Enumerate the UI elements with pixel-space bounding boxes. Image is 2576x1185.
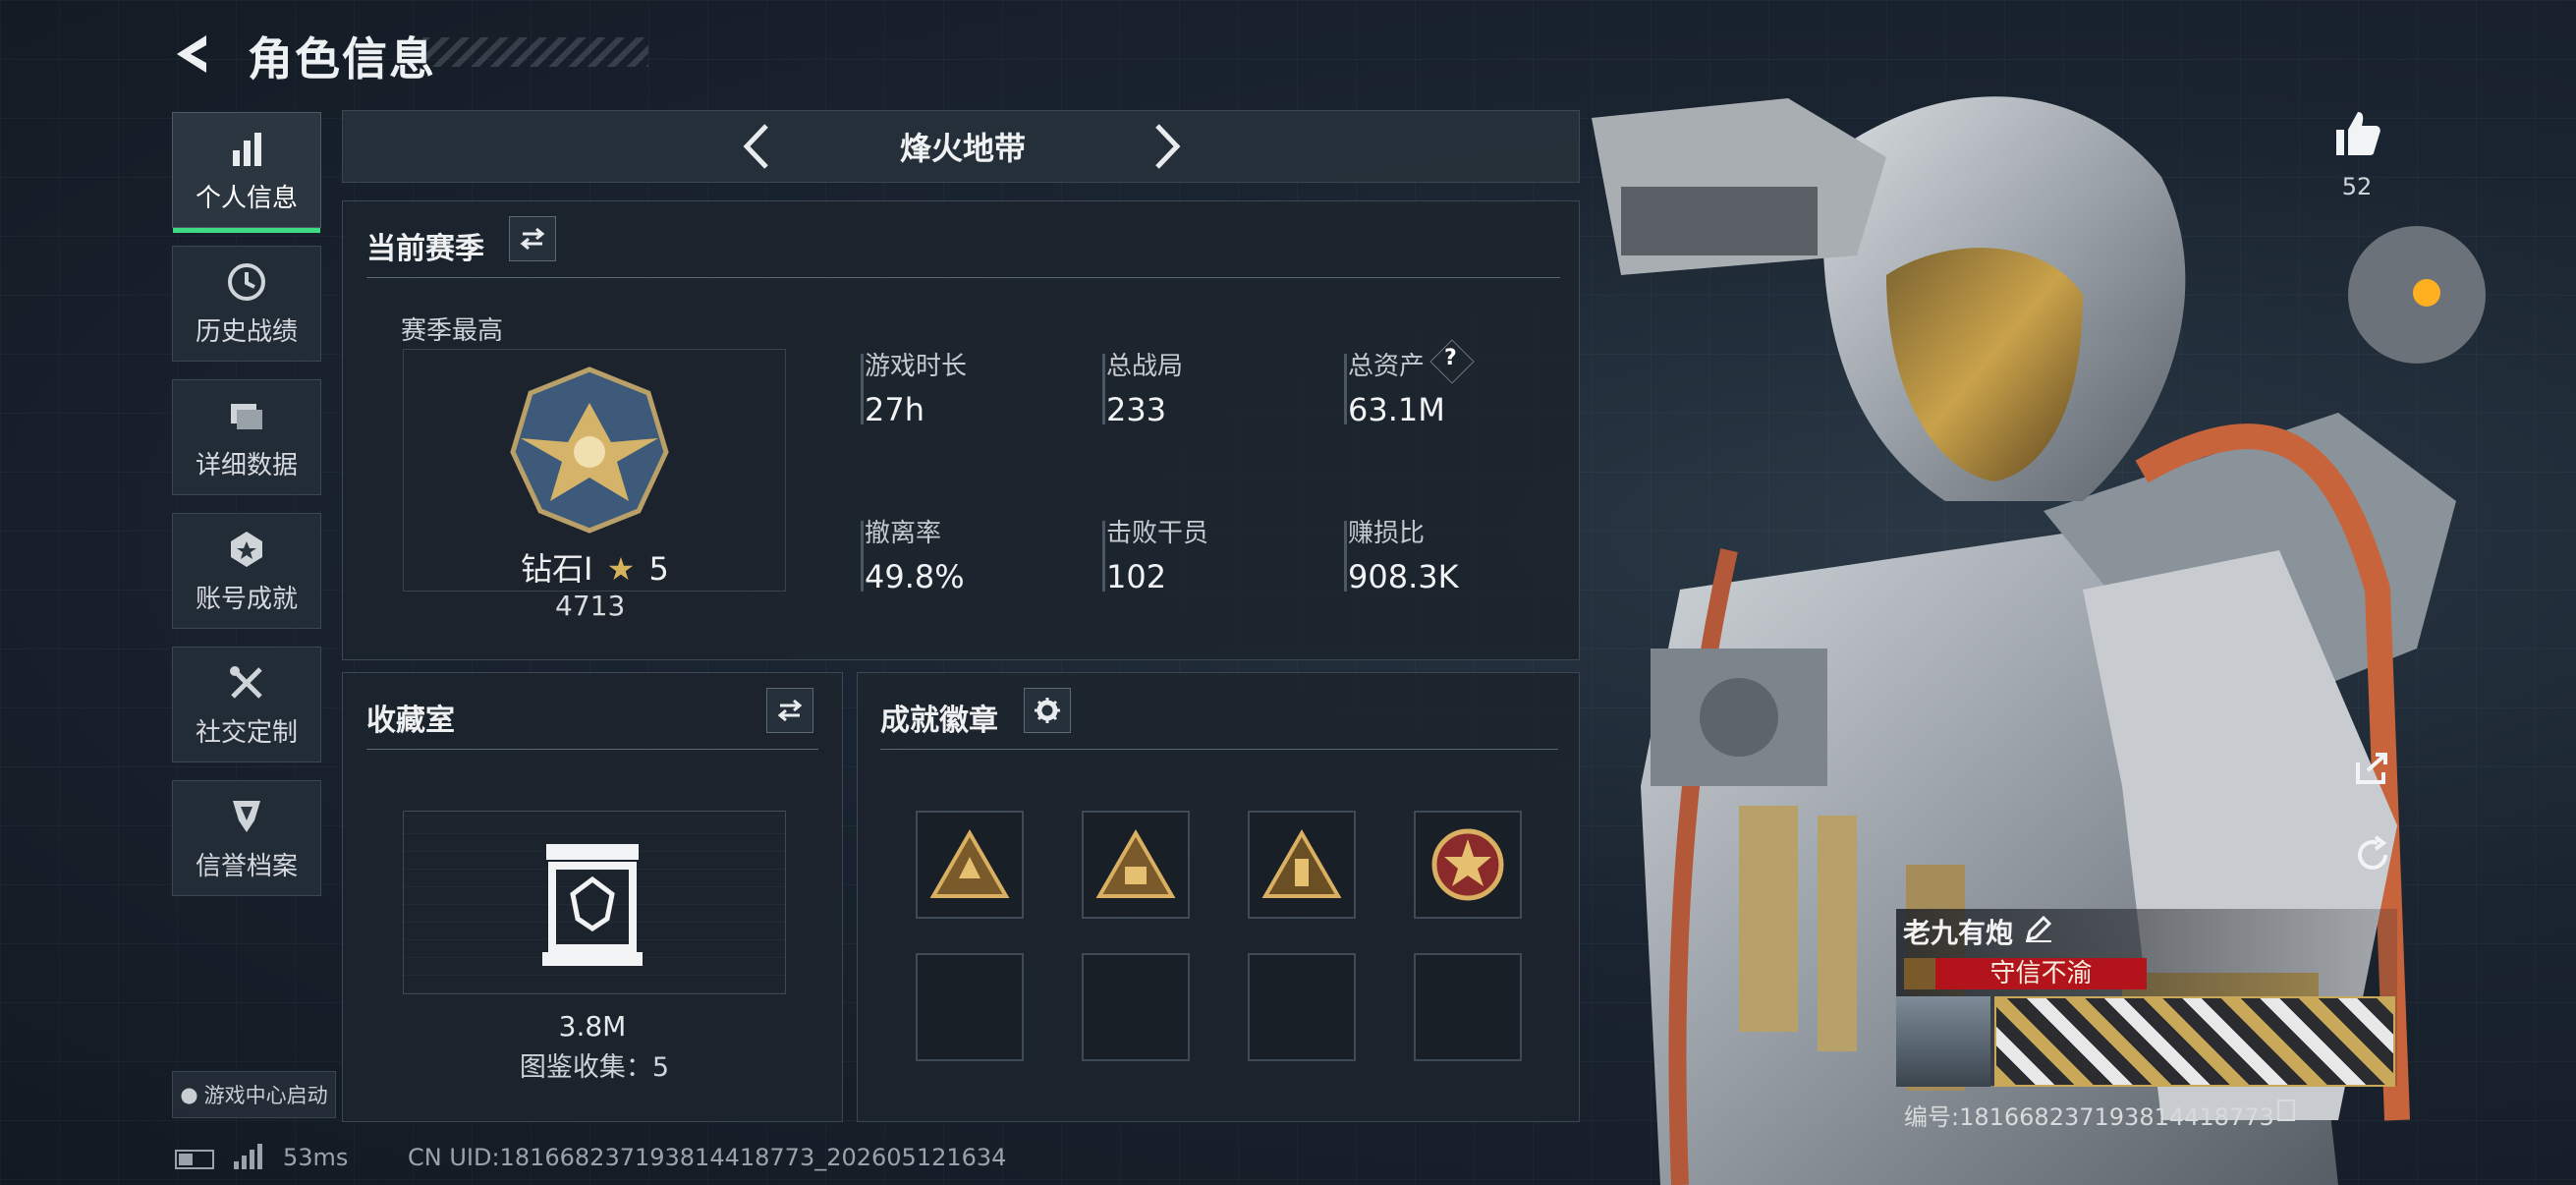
help-icon-glyph: ?	[1444, 346, 1457, 370]
player-id-number: 编号:1816682371938144187​73	[1904, 1103, 2274, 1131]
season-title: 当前赛季	[366, 232, 484, 266]
ping-value: 53ms	[283, 1144, 349, 1171]
share-icon[interactable]	[2352, 747, 2393, 788]
star-icon: ★	[606, 550, 636, 588]
sidebar-item-label: 信誉档案	[195, 851, 298, 881]
credit-scale-icon	[1904, 958, 1935, 989]
bar-chart-icon	[233, 132, 261, 166]
stat-divider	[861, 521, 864, 592]
page-title: 角色信息	[248, 32, 436, 85]
collection-title: 收藏室	[366, 704, 455, 738]
badge-slot-empty[interactable]	[1248, 953, 1356, 1061]
next-mode-chevron-icon[interactable]	[1148, 120, 1187, 173]
achievements-title: 成就徽章	[880, 704, 998, 738]
sidebar-item-detailed-data[interactable]: 详细数据	[172, 379, 321, 495]
collection-switch-button[interactable]	[766, 688, 813, 733]
credit-motto-badge: 守信不渝	[1935, 958, 2147, 989]
switch-season-button[interactable]	[509, 216, 556, 261]
sidebar-item-label: 账号成就	[195, 584, 298, 614]
stat-label-playtime: 游戏时长	[865, 352, 968, 381]
rank-name: 钻石Ⅰ	[521, 550, 593, 588]
sidebar-item-label: 个人信息	[195, 183, 298, 213]
stat-value-extract-rate: 49.8%	[865, 558, 965, 595]
sidebar-item-label: 历史战绩	[195, 316, 298, 347]
signal-icon	[234, 1144, 262, 1169]
swap-icon	[777, 699, 803, 722]
rank-score: 4713	[555, 590, 626, 622]
launcher-label: 游戏中心启动	[203, 1084, 328, 1107]
achievements-divider	[880, 749, 1558, 750]
stat-value-kills: 102	[1106, 558, 1167, 595]
previous-mode-chevron-icon[interactable]	[737, 120, 776, 173]
rotate-icon[interactable]	[2352, 835, 2393, 876]
game-center-launch-button[interactable]: ● 游戏中心启动	[172, 1071, 336, 1118]
collection-divider	[366, 749, 818, 750]
stat-label-kills: 击败干员	[1106, 519, 1209, 548]
achievements-settings-button[interactable]	[1024, 688, 1071, 733]
player-avatar[interactable]	[1896, 996, 1990, 1087]
badge-slot-empty[interactable]	[916, 953, 1024, 1061]
sidebar-item-history[interactable]: 历史战绩	[172, 246, 321, 362]
footer-uid: CN UID:181668237193814418773_20260512163…	[408, 1144, 1007, 1171]
gear-icon	[1035, 698, 1060, 723]
display-case-icon	[542, 844, 643, 966]
swap-icon	[520, 227, 545, 251]
title-decoration	[422, 37, 648, 67]
battery-icon	[175, 1150, 214, 1169]
stat-value-assets: 63.1M	[1348, 391, 1445, 428]
launcher-icon: ●	[180, 1083, 198, 1106]
copy-icon[interactable]	[2277, 1100, 2295, 1121]
diamond-rank-emblem-icon	[510, 367, 669, 534]
sidebar-item-social-custom[interactable]: 社交定制	[172, 647, 321, 762]
sidebar-item-personal-info[interactable]: 个人信息	[172, 112, 321, 233]
badge-slot-empty[interactable]	[1082, 953, 1190, 1061]
season-divider	[366, 277, 1560, 278]
tools-icon	[230, 665, 262, 699]
stat-divider	[1102, 354, 1105, 424]
thumbs-up-icon[interactable]	[2330, 106, 2383, 159]
player-name: 老九有炮	[1903, 917, 2014, 949]
stat-label-assets: 总资产	[1348, 352, 1426, 381]
badge-triangle-icon	[1261, 829, 1342, 898]
edit-name-pencil-icon[interactable]	[2024, 914, 2053, 943]
badge-slot[interactable]	[1414, 811, 1522, 919]
sidebar-item-achievements[interactable]: 账号成就	[172, 513, 321, 629]
stat-divider	[1344, 521, 1347, 592]
badge-triangle-icon	[929, 829, 1010, 898]
back-arrow-icon[interactable]	[167, 28, 220, 81]
stat-label-matches: 总战局	[1106, 352, 1184, 381]
clock-icon	[228, 262, 265, 301]
name-card-banner[interactable]	[1994, 996, 2395, 1087]
badge-triangle-icon	[1095, 829, 1176, 898]
stat-label-profit-ratio: 赚损比	[1348, 519, 1426, 548]
collection-value: 3.8M	[558, 1010, 627, 1043]
stat-divider	[1102, 521, 1105, 592]
medal-icon	[231, 531, 262, 567]
rank-name-row: 钻石Ⅰ ★ 5	[521, 544, 669, 590]
badge-slot-empty[interactable]	[1414, 953, 1522, 1061]
collection-count: 图鉴收集：5	[519, 1052, 670, 1083]
stat-value-profit-ratio: 908.3K	[1348, 558, 1459, 595]
season-best-label: 赛季最高	[401, 316, 504, 346]
sidebar-item-label: 详细数据	[195, 450, 298, 480]
badge-slot[interactable]	[1248, 811, 1356, 919]
shield-icon	[233, 800, 260, 832]
stat-divider	[861, 354, 864, 424]
badge-star-emblem-icon	[1431, 828, 1504, 901]
stat-value-playtime: 27h	[865, 391, 924, 428]
like-count: 52	[2341, 173, 2373, 200]
stat-value-matches: 233	[1106, 391, 1167, 428]
sidebar-item-credit-profile[interactable]: 信誉档案	[172, 780, 321, 896]
sidebar-item-label: 社交定制	[195, 717, 298, 748]
stat-divider	[1344, 354, 1347, 424]
mode-name: 烽火地带	[899, 130, 1026, 167]
folder-icon	[231, 403, 262, 429]
rank-stars: 5	[648, 550, 669, 588]
stat-label-extract-rate: 撤离率	[865, 519, 942, 548]
badge-slot[interactable]	[1082, 811, 1190, 919]
badge-slot[interactable]	[916, 811, 1024, 919]
